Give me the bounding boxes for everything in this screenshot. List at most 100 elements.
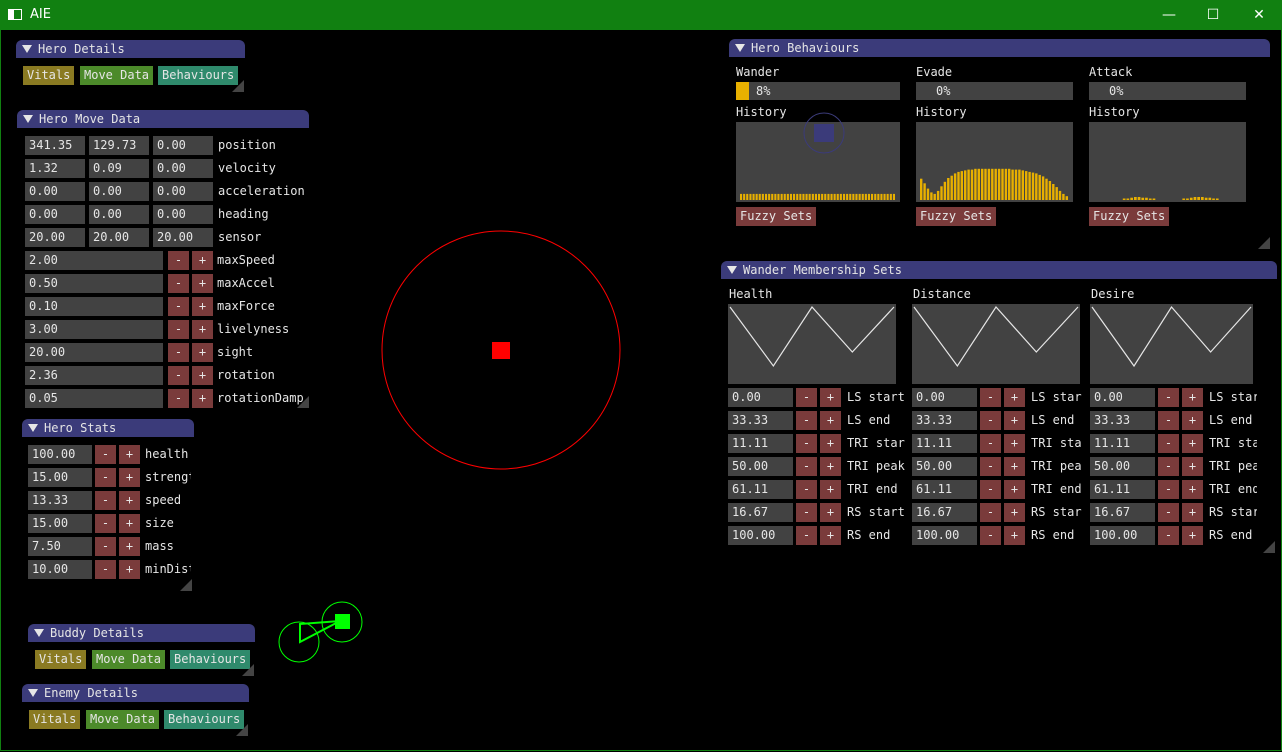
decrement-button[interactable]: - bbox=[168, 251, 189, 270]
collapse-arrow-icon[interactable] bbox=[735, 44, 745, 52]
stat-field[interactable]: 7.50 bbox=[28, 537, 92, 556]
fuzzy-sets-button[interactable]: Fuzzy Sets bbox=[1089, 207, 1170, 226]
membership-field[interactable]: 50.00 bbox=[912, 457, 977, 476]
scalar-field[interactable]: 3.00 bbox=[25, 320, 163, 339]
vector-field[interactable]: 1.32 bbox=[25, 159, 85, 178]
resize-grip[interactable] bbox=[236, 724, 248, 736]
increment-button[interactable]: + bbox=[1004, 411, 1025, 430]
scalar-field[interactable]: 0.05 bbox=[25, 389, 163, 408]
increment-button[interactable]: + bbox=[192, 320, 213, 339]
hero-behaviours-header[interactable]: Hero Behaviours bbox=[729, 39, 1270, 57]
membership-field[interactable]: 11.11 bbox=[1090, 434, 1155, 453]
increment-button[interactable]: + bbox=[1182, 388, 1203, 407]
resize-grip[interactable] bbox=[232, 80, 244, 92]
increment-button[interactable]: + bbox=[119, 560, 140, 579]
scalar-field[interactable]: 20.00 bbox=[25, 343, 163, 362]
decrement-button[interactable]: - bbox=[980, 457, 1001, 476]
decrement-button[interactable]: - bbox=[95, 514, 116, 533]
decrement-button[interactable]: - bbox=[1158, 480, 1179, 499]
membership-field[interactable]: 50.00 bbox=[728, 457, 793, 476]
decrement-button[interactable]: - bbox=[168, 274, 189, 293]
decrement-button[interactable]: - bbox=[796, 526, 817, 545]
close-button[interactable]: ✕ bbox=[1236, 0, 1282, 30]
enemy-details-header[interactable]: Enemy Details bbox=[22, 684, 249, 702]
decrement-button[interactable]: - bbox=[168, 389, 189, 408]
fuzzy-sets-button[interactable]: Fuzzy Sets bbox=[736, 207, 817, 226]
increment-button[interactable]: + bbox=[192, 366, 213, 385]
decrement-button[interactable]: - bbox=[1158, 526, 1179, 545]
buddy-details-header[interactable]: Buddy Details bbox=[28, 624, 255, 642]
collapse-arrow-icon[interactable] bbox=[22, 45, 32, 53]
stat-field[interactable]: 100.00 bbox=[28, 445, 92, 464]
decrement-button[interactable]: - bbox=[95, 537, 116, 556]
scalar-field[interactable]: 2.36 bbox=[25, 366, 163, 385]
stat-field[interactable]: 13.33 bbox=[28, 491, 92, 510]
behaviours-button[interactable]: Behaviours bbox=[164, 710, 245, 729]
behaviours-button[interactable]: Behaviours bbox=[170, 650, 251, 669]
stat-field[interactable]: 10.00 bbox=[28, 560, 92, 579]
vector-field[interactable]: 129.73 bbox=[89, 136, 149, 155]
decrement-button[interactable]: - bbox=[796, 434, 817, 453]
increment-button[interactable]: + bbox=[1182, 411, 1203, 430]
decrement-button[interactable]: - bbox=[980, 480, 1001, 499]
stat-field[interactable]: 15.00 bbox=[28, 468, 92, 487]
decrement-button[interactable]: - bbox=[796, 457, 817, 476]
decrement-button[interactable]: - bbox=[95, 468, 116, 487]
decrement-button[interactable]: - bbox=[1158, 503, 1179, 522]
increment-button[interactable]: + bbox=[192, 251, 213, 270]
scalar-field[interactable]: 0.10 bbox=[25, 297, 163, 316]
membership-field[interactable]: 61.11 bbox=[1090, 480, 1155, 499]
decrement-button[interactable]: - bbox=[980, 411, 1001, 430]
membership-field[interactable]: 33.33 bbox=[728, 411, 793, 430]
vector-field[interactable]: 0.00 bbox=[89, 205, 149, 224]
increment-button[interactable]: + bbox=[820, 411, 841, 430]
decrement-button[interactable]: - bbox=[980, 388, 1001, 407]
vector-field[interactable]: 0.00 bbox=[25, 182, 85, 201]
membership-field[interactable]: 11.11 bbox=[912, 434, 977, 453]
vector-field[interactable]: 0.00 bbox=[153, 159, 213, 178]
membership-field[interactable]: 0.00 bbox=[1090, 388, 1155, 407]
collapse-arrow-icon[interactable] bbox=[28, 424, 38, 432]
increment-button[interactable]: + bbox=[192, 343, 213, 362]
collapse-arrow-icon[interactable] bbox=[34, 629, 44, 637]
collapse-arrow-icon[interactable] bbox=[23, 115, 33, 123]
scalar-field[interactable]: 2.00 bbox=[25, 251, 163, 270]
decrement-button[interactable]: - bbox=[1158, 411, 1179, 430]
hero-details-header[interactable]: Hero Details bbox=[16, 40, 245, 58]
decrement-button[interactable]: - bbox=[95, 560, 116, 579]
vector-field[interactable]: 0.00 bbox=[89, 182, 149, 201]
decrement-button[interactable]: - bbox=[796, 503, 817, 522]
decrement-button[interactable]: - bbox=[980, 526, 1001, 545]
move-data-button[interactable]: Move Data bbox=[92, 650, 166, 669]
decrement-button[interactable]: - bbox=[95, 445, 116, 464]
resize-grip[interactable] bbox=[1263, 541, 1275, 553]
decrement-button[interactable]: - bbox=[168, 366, 189, 385]
increment-button[interactable]: + bbox=[1004, 503, 1025, 522]
decrement-button[interactable]: - bbox=[95, 491, 116, 510]
scalar-field[interactable]: 0.50 bbox=[25, 274, 163, 293]
increment-button[interactable]: + bbox=[192, 297, 213, 316]
vitals-button[interactable]: Vitals bbox=[29, 710, 81, 729]
fuzzy-sets-button[interactable]: Fuzzy Sets bbox=[916, 207, 997, 226]
membership-field[interactable]: 100.00 bbox=[728, 526, 793, 545]
increment-button[interactable]: + bbox=[820, 388, 841, 407]
collapse-arrow-icon[interactable] bbox=[727, 266, 737, 274]
hero-stats-header[interactable]: Hero Stats bbox=[22, 419, 194, 437]
resize-grip[interactable] bbox=[242, 664, 254, 676]
increment-button[interactable]: + bbox=[119, 445, 140, 464]
membership-field[interactable]: 100.00 bbox=[912, 526, 977, 545]
increment-button[interactable]: + bbox=[1182, 457, 1203, 476]
decrement-button[interactable]: - bbox=[1158, 388, 1179, 407]
minimize-button[interactable]: — bbox=[1146, 0, 1192, 30]
increment-button[interactable]: + bbox=[1182, 526, 1203, 545]
increment-button[interactable]: + bbox=[1182, 480, 1203, 499]
decrement-button[interactable]: - bbox=[168, 297, 189, 316]
decrement-button[interactable]: - bbox=[1158, 457, 1179, 476]
increment-button[interactable]: + bbox=[192, 274, 213, 293]
wander-membership-header[interactable]: Wander Membership Sets bbox=[721, 261, 1277, 279]
increment-button[interactable]: + bbox=[820, 526, 841, 545]
decrement-button[interactable]: - bbox=[980, 503, 1001, 522]
increment-button[interactable]: + bbox=[1182, 434, 1203, 453]
vector-field[interactable]: 341.35 bbox=[25, 136, 85, 155]
resize-grip[interactable] bbox=[180, 579, 192, 591]
